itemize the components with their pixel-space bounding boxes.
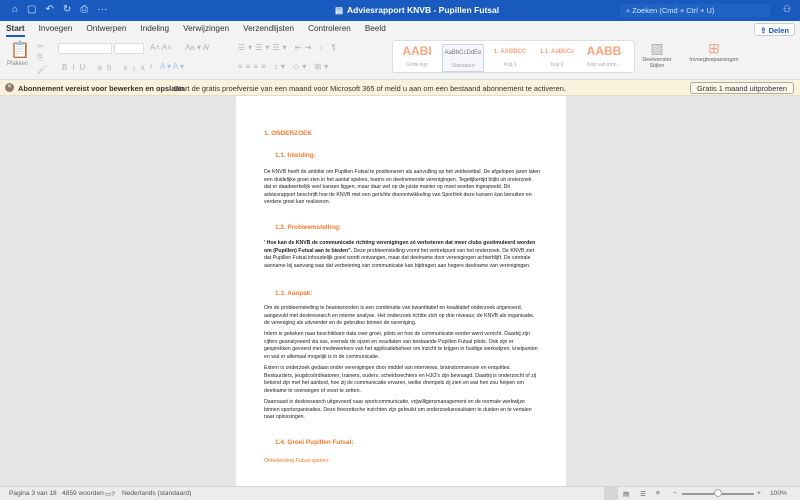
ribbon: 📋 Plakken ✂ ⎘ 🖌 A˄ A˅ Aa ▾ A̸ BIU ab x₂x…: [0, 37, 800, 80]
zoom-out-button[interactable]: −: [673, 490, 677, 497]
style-grote-kop[interactable]: AABI Grote kop: [396, 44, 438, 72]
account-icon[interactable]: ⚇: [783, 4, 791, 15]
paste-label[interactable]: Plakken: [7, 61, 28, 67]
heading-groei: 1.4. Groei Pupillen Futsal:: [275, 439, 354, 446]
font-name-select[interactable]: [58, 43, 112, 54]
undo-icon[interactable]: ↶: [46, 4, 54, 15]
save-icon[interactable]: ▢: [27, 4, 36, 15]
document-page[interactable]: 1. ONDERZOEK 1.1. Inleiding: De KNVB hee…: [236, 96, 566, 486]
addins-icon: ⊞: [708, 40, 720, 56]
trial-button[interactable]: Gratis 1 maand uitproberen: [690, 82, 794, 94]
tab-controleren[interactable]: Controleren: [308, 21, 351, 37]
style-kop-1[interactable]: 1. AABBCC Kop 1: [489, 44, 531, 72]
home-icon[interactable]: ⌂: [12, 4, 18, 15]
cut-icon[interactable]: ✂: [37, 42, 44, 51]
share-button[interactable]: ⇪ Delen: [754, 23, 795, 36]
paragraph-intern: Intern is gekeken naar beschikbare data …: [264, 331, 538, 360]
document-canvas[interactable]: 1. ONDERZOEK 1.1. Inleiding: De KNVB hee…: [0, 96, 800, 486]
copy-icon[interactable]: ⎘: [37, 53, 43, 63]
tab-beeld[interactable]: Beeld: [365, 21, 386, 37]
styles-pane-button[interactable]: ▨ Deelvenster Stijlen: [642, 40, 672, 69]
addins-button[interactable]: ⊞ Invoegtoepassingen: [684, 40, 744, 63]
paragraph-deskresearch: Daarnaast is deskresearch uitgevoerd naa…: [264, 399, 532, 421]
status-bar: Pagina 3 van 18 4859 woorden ▭? Nederlan…: [0, 486, 800, 500]
align-icons[interactable]: ≡≡≡≡ ↕▾ ◇▾ ⊞▾: [238, 62, 331, 71]
proofing-icon[interactable]: ▭?: [105, 490, 115, 498]
subscription-banner: ✕ Abonnement vereist voor bewerken en op…: [0, 80, 800, 96]
list-icons[interactable]: ☰▾☰▾☰▾ ⇤⇥ ↕ ¶: [238, 43, 339, 52]
search-input[interactable]: ⌕ Zoeken (Cmd + Ctrl + U): [620, 4, 770, 17]
format-painter-icon[interactable]: 🖌: [37, 65, 47, 74]
word-count[interactable]: 4859 woorden: [62, 490, 104, 497]
tab-start[interactable]: Start: [6, 21, 25, 37]
more-icon[interactable]: ···: [97, 4, 107, 15]
styles-pane-icon: ▨: [650, 40, 664, 56]
tab-ontwerpen[interactable]: Ontwerpen: [86, 21, 126, 37]
outline-view-icon[interactable]: ☰: [640, 490, 646, 498]
styles-gallery: AABI Grote kop AaBbCcDdEe Standaard 1. AAB…: [392, 40, 635, 73]
tab-verzendlijsten[interactable]: Verzendlijsten: [243, 21, 294, 37]
draft-view-icon[interactable]: ≡: [656, 490, 660, 497]
print-icon[interactable]: ⎙: [80, 4, 88, 15]
paragraph-probleemstelling: ' Hoe kan de KNVB de communicatie richti…: [264, 240, 536, 269]
paragraph-aanpak: Om de probleemstelling te beantwoorden i…: [264, 305, 535, 327]
heading-aanpak: 1.3. Aanpak:: [275, 290, 313, 297]
paragraph-inleiding: De KNVB heeft de ambitie om Pupillen Fut…: [264, 169, 540, 206]
subheading-ontwikkeling: Ontwikkeling Futsal spelers:: [264, 458, 330, 464]
banner-message: Start de gratis proefversie van een maan…: [174, 83, 566, 93]
zoom-level[interactable]: 100%: [770, 490, 787, 497]
title-bar: ⌂ ▢ ↶ ↻ ⎙ ··· ▤ Adviesrapport KNVB - Pupi…: [0, 0, 800, 21]
share-icon: ⇪: [760, 26, 769, 35]
change-case-icon[interactable]: Aa ▾ A̸: [185, 43, 208, 52]
tab-invoegen[interactable]: Invoegen: [39, 21, 73, 37]
document-icon: ▤: [335, 5, 344, 15]
heading-probleemstelling: 1.2. Probleemstelling:: [275, 224, 342, 231]
grow-font-icon[interactable]: A˄ A˅: [150, 43, 172, 52]
tab-verwijzingen[interactable]: Verwijzingen: [183, 21, 229, 37]
banner-title: Abonnement vereist voor bewerken en opsl…: [18, 83, 184, 93]
paragraph-extern: Extern is onderzoek gedaan onder verenig…: [264, 365, 537, 394]
font-size-select[interactable]: [114, 43, 144, 54]
language[interactable]: Nederlands (standaard): [122, 490, 191, 497]
paste-icon[interactable]: 📋: [10, 40, 30, 60]
error-icon: ✕: [5, 83, 14, 92]
text-effects-icon[interactable]: A ▾ A ▾: [160, 62, 184, 71]
heading-inleiding: 1.1. Inleiding:: [275, 152, 316, 159]
style-kop-2[interactable]: 1.1. AaBbCc Kop 2: [536, 44, 578, 72]
tab-indeling[interactable]: Indeling: [140, 21, 169, 37]
redo-icon[interactable]: ↻: [63, 4, 71, 15]
document-title: Adviesrapport KNVB - Pupillen Futsal: [347, 5, 500, 15]
page-count[interactable]: Pagina 3 van 18: [9, 490, 57, 497]
focus-view-icon[interactable]: ▤: [623, 490, 629, 498]
heading-onderzoek: 1. ONDERZOEK: [264, 130, 312, 137]
style-standaard[interactable]: AaBbCcDdEe Standaard: [442, 44, 484, 72]
ribbon-tabs: Start Invoegen Ontwerpen Indeling Verwij…: [0, 21, 800, 37]
zoom-in-button[interactable]: +: [757, 490, 761, 497]
print-layout-icon[interactable]: [604, 487, 618, 500]
style-kop-van-inhoud[interactable]: AABB Kop van inho...: [583, 44, 625, 72]
zoom-slider-thumb[interactable]: [714, 489, 722, 497]
format-icons[interactable]: BIU ab x₂x²: [62, 63, 157, 72]
